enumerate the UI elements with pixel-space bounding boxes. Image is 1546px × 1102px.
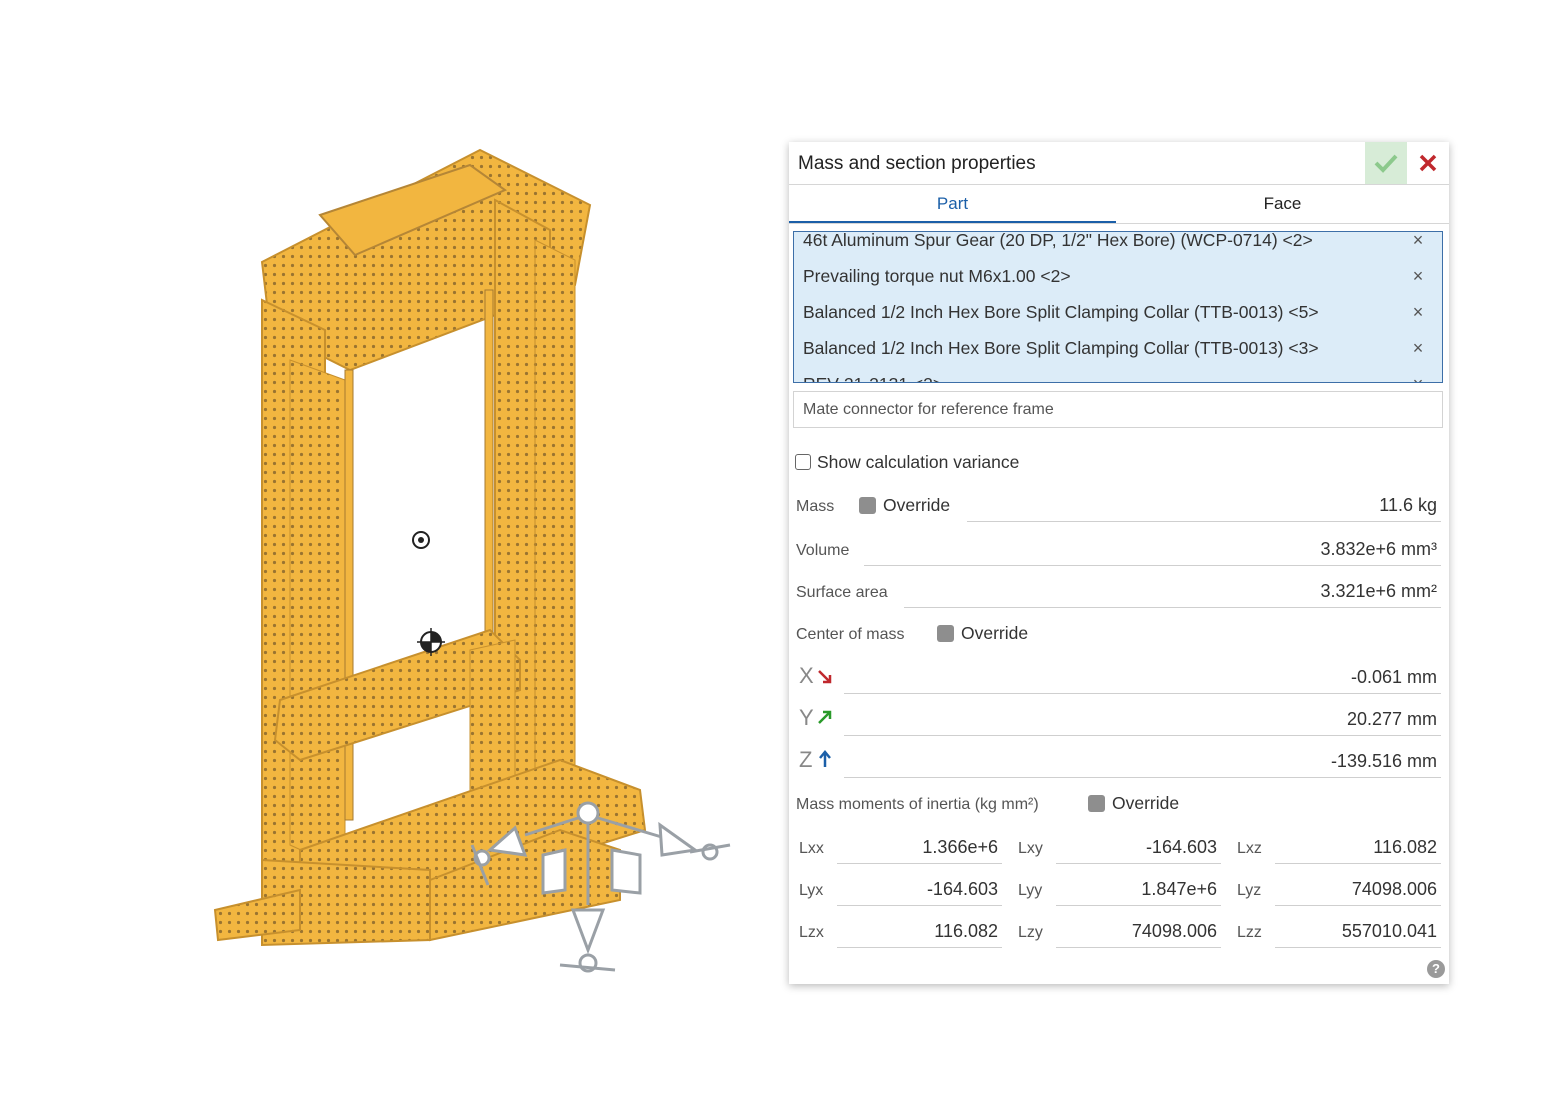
mass-override-toggle[interactable]: Override bbox=[859, 495, 950, 516]
inertia-value: -164.603 bbox=[1145, 837, 1217, 857]
override-checkbox[interactable] bbox=[1088, 795, 1105, 812]
divider bbox=[1056, 947, 1221, 948]
list-item[interactable]: Prevailing torque nut M6x1.00 <2> × bbox=[794, 258, 1442, 294]
divider bbox=[837, 947, 1002, 948]
divider bbox=[837, 905, 1002, 906]
elevator-frame bbox=[213, 148, 647, 947]
override-checkbox[interactable] bbox=[859, 497, 876, 514]
volume-value: 3.832e+6 mm³ bbox=[1320, 539, 1437, 559]
remove-selection-button[interactable]: × bbox=[1408, 294, 1428, 330]
surface-area-value: 3.321e+6 mm² bbox=[1320, 581, 1437, 601]
inertia-name: Lxy bbox=[1018, 840, 1043, 857]
dialog-header: Mass and section properties bbox=[789, 142, 1449, 185]
cancel-button[interactable] bbox=[1407, 142, 1449, 184]
divider bbox=[1056, 905, 1221, 906]
x-arrow-icon bbox=[818, 670, 832, 684]
assembly-model[interactable] bbox=[0, 0, 780, 1102]
override-label: Override bbox=[1112, 793, 1180, 813]
inertia-name: Lxz bbox=[1237, 840, 1262, 857]
divider bbox=[904, 607, 1441, 608]
list-item[interactable]: Balanced 1/2 Inch Hex Bore Split Clampin… bbox=[794, 294, 1442, 330]
dialog-title: Mass and section properties bbox=[798, 153, 1036, 174]
list-item[interactable]: REV-21-2131 <2> × bbox=[794, 366, 1442, 382]
graphics-viewport[interactable] bbox=[0, 0, 780, 1102]
show-variance-checkbox[interactable] bbox=[795, 454, 811, 470]
mass-value: 11.6 kg bbox=[1379, 495, 1437, 515]
show-variance-row: Show calculation variance bbox=[795, 451, 1019, 473]
tab-face[interactable]: Face bbox=[1116, 185, 1449, 223]
selection-label: REV-21-2131 <2> bbox=[803, 374, 943, 382]
com-z-value: -139.516 mm bbox=[1330, 751, 1437, 771]
inertia-value: 1.366e+6 bbox=[922, 837, 998, 857]
divider bbox=[844, 693, 1441, 694]
inertia-value: 1.847e+6 bbox=[1141, 879, 1217, 899]
inertia-value: 74098.006 bbox=[1131, 921, 1217, 941]
close-icon bbox=[1419, 154, 1437, 172]
inertia-value: 74098.006 bbox=[1351, 879, 1437, 899]
override-label: Override bbox=[883, 495, 951, 515]
inertia-name: Lzz bbox=[1237, 924, 1262, 941]
mass-label: Mass bbox=[796, 498, 835, 515]
selection-list[interactable]: 46t Aluminum Spur Gear (20 DP, 1/2" Hex … bbox=[793, 231, 1443, 383]
dialog-tabs: Part Face bbox=[789, 185, 1449, 224]
inertia-name: Lyy bbox=[1018, 882, 1043, 899]
divider bbox=[1056, 863, 1221, 864]
list-item[interactable]: 46t Aluminum Spur Gear (20 DP, 1/2" Hex … bbox=[794, 231, 1442, 258]
remove-selection-button[interactable]: × bbox=[1408, 232, 1428, 258]
remove-selection-button[interactable]: × bbox=[1408, 366, 1428, 382]
divider bbox=[844, 777, 1441, 778]
selection-label: Balanced 1/2 Inch Hex Bore Split Clampin… bbox=[803, 338, 1319, 358]
help-icon[interactable]: ? bbox=[1427, 960, 1445, 978]
y-arrow-icon bbox=[818, 710, 832, 724]
selection-label: 46t Aluminum Spur Gear (20 DP, 1/2" Hex … bbox=[803, 231, 1313, 250]
divider bbox=[1275, 863, 1441, 864]
divider bbox=[1275, 947, 1441, 948]
origin-marker-icon[interactable] bbox=[412, 531, 430, 549]
accept-button[interactable] bbox=[1365, 142, 1407, 184]
x-axis-label: X bbox=[799, 663, 814, 688]
y-axis-label: Y bbox=[799, 705, 814, 730]
tab-part[interactable]: Part bbox=[789, 185, 1116, 223]
remove-selection-button[interactable]: × bbox=[1408, 258, 1428, 294]
inertia-name: Lxx bbox=[799, 840, 824, 857]
inertia-name: Lyz bbox=[1237, 882, 1262, 899]
override-checkbox[interactable] bbox=[937, 625, 954, 642]
inertia-label: Mass moments of inertia (kg mm²) bbox=[796, 796, 1039, 813]
divider bbox=[967, 521, 1441, 522]
divider bbox=[837, 863, 1002, 864]
volume-label: Volume bbox=[796, 542, 850, 559]
surface-area-label: Surface area bbox=[796, 584, 888, 601]
divider bbox=[844, 735, 1441, 736]
z-axis-label: Z bbox=[799, 747, 813, 772]
selection-label: Prevailing torque nut M6x1.00 <2> bbox=[803, 266, 1071, 286]
remove-selection-button[interactable]: × bbox=[1408, 330, 1428, 366]
center-of-mass-label: Center of mass bbox=[796, 626, 905, 643]
check-icon bbox=[1374, 154, 1398, 173]
inertia-value: 116.082 bbox=[1373, 837, 1437, 857]
inertia-value: -164.603 bbox=[926, 879, 998, 899]
override-label: Override bbox=[961, 623, 1029, 643]
com-x-value: -0.061 mm bbox=[1350, 667, 1437, 687]
selection-label: Balanced 1/2 Inch Hex Bore Split Clampin… bbox=[803, 302, 1319, 322]
divider bbox=[1275, 905, 1441, 906]
inertia-name: Lyx bbox=[799, 882, 824, 899]
inertia-name: Lzy bbox=[1018, 924, 1043, 941]
list-item[interactable]: Balanced 1/2 Inch Hex Bore Split Clampin… bbox=[794, 330, 1442, 366]
mass-properties-dialog: Mass and section properties Part Face 46… bbox=[789, 142, 1449, 984]
mate-connector-field[interactable]: Mate connector for reference frame bbox=[793, 391, 1443, 428]
inertia-name: Lzx bbox=[799, 924, 824, 941]
inertia-value: 557010.041 bbox=[1341, 921, 1437, 941]
com-y-value: 20.277 mm bbox=[1346, 709, 1437, 729]
divider bbox=[864, 565, 1441, 566]
inertia-value: 116.082 bbox=[934, 921, 998, 941]
com-override-toggle[interactable]: Override bbox=[937, 623, 1028, 644]
show-variance-label: Show calculation variance bbox=[817, 451, 1020, 472]
z-arrow-icon bbox=[819, 750, 831, 767]
inertia-override-toggle[interactable]: Override bbox=[1088, 793, 1179, 814]
